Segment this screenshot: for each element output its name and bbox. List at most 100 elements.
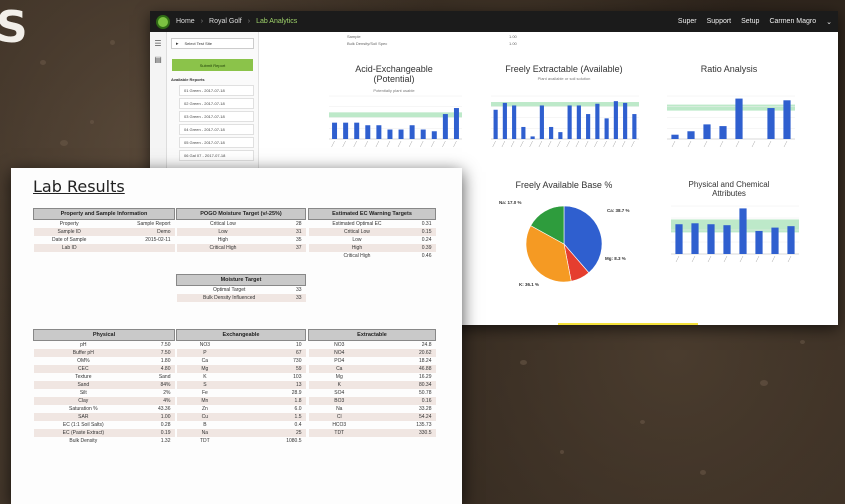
extractable-table: Extractable NO3 24.8 NO4 20.62 PO4 18.24 Ca 46.… <box>308 329 436 437</box>
freely-chart-subtitle: Plant available or soil solution <box>537 76 591 81</box>
report-list-item[interactable]: 02 Green - 2017-07-18 <box>179 98 254 109</box>
table-row: High 0.39 <box>308 244 436 252</box>
row-label: S <box>176 381 234 389</box>
chart-bar <box>703 124 711 139</box>
row-label: Critical High <box>176 244 270 252</box>
x-tick <box>687 140 692 148</box>
base-chart-title: Freely Available Base % <box>515 180 613 190</box>
x-tick <box>621 140 626 148</box>
x-tick <box>594 140 598 148</box>
report-list-item[interactable]: 03 Green - 2017-07-18 <box>179 111 254 122</box>
row-label: P <box>176 349 234 357</box>
report-list-item[interactable]: 06 Gal 07 - 2017-07-18 <box>179 150 254 161</box>
x-tick <box>735 140 740 148</box>
table-row: Lab ID <box>33 244 175 252</box>
extractable-header: Extractable <box>308 329 436 341</box>
row-label: High <box>308 244 406 252</box>
acid-exchangeable-chart <box>329 95 462 148</box>
row-label: Cu <box>176 413 234 421</box>
table-row: Property Sample Report <box>34 220 175 229</box>
breadcrumb-home[interactable]: Home <box>176 18 195 25</box>
physical-rows: pH 7.50 Buffer pH 7.50 OM% 1.80 CEC 4.80 Texture… <box>33 341 175 446</box>
row-label: Na <box>176 429 234 437</box>
row-label: EC (Paste Extract) <box>33 429 134 437</box>
table-row: Low 0.24 <box>309 236 436 244</box>
row-label: Bulk Density <box>69 438 98 444</box>
table-row: TDT 1080.5 <box>177 437 306 445</box>
report-list-item[interactable]: 04 Green - 2017-07-18 <box>179 124 254 135</box>
row-label: Mn <box>176 397 234 405</box>
row-value: 0.39 <box>405 244 436 252</box>
nav-super[interactable]: Super <box>678 18 697 25</box>
row-value <box>104 244 175 252</box>
x-tick <box>557 140 561 148</box>
row-value: 37 <box>269 244 306 252</box>
table-row: S 13 <box>176 381 306 389</box>
target-band <box>329 112 462 118</box>
chart-bar <box>771 227 779 254</box>
breadcrumb-separator-icon: › <box>200 18 204 25</box>
pogo-moisture-header: POGO Moisture Target (v/-25%) <box>176 208 306 220</box>
test-site-select[interactable]: ▸ Select Test Site <box>171 38 254 49</box>
report-list-item[interactable]: 05 Green - 2017-07-18 <box>179 137 254 148</box>
menu-icon[interactable]: ☰ <box>154 40 162 48</box>
document-icon[interactable]: ▤ <box>154 56 162 64</box>
breadcrumb-course[interactable]: Royal Golf <box>209 18 242 25</box>
property-info-header: Property and Sample Information <box>33 208 175 220</box>
lab-results-report: Lab Results Property and Sample Informat… <box>11 168 462 504</box>
chevron-down-icon[interactable]: ⌄ <box>826 18 832 26</box>
table-row: Critical High 37 <box>176 244 306 252</box>
report-list-item[interactable]: 01 Green - 2017-07-18 <box>179 85 254 96</box>
table-row: Bulk Density 1.32 <box>34 437 175 445</box>
row-label: Property <box>59 221 79 227</box>
row-label: Saturation % <box>68 406 98 412</box>
physical-chemical-chart <box>671 205 799 263</box>
table-row: PO4 18.24 <box>309 357 436 365</box>
x-tick <box>431 140 435 148</box>
property-info-table: Property and Sample Information Property… <box>33 208 175 252</box>
nav-setup[interactable]: Setup <box>741 18 759 25</box>
table-row: Cl 54.24 <box>308 413 436 421</box>
table-row: Texture Sand <box>34 373 175 381</box>
nav-user[interactable]: Carmen Magro <box>769 18 816 25</box>
row-value: 33 <box>281 294 306 302</box>
row-value: 59 <box>233 365 306 373</box>
row-value: 33 <box>295 287 302 293</box>
x-tick <box>575 140 580 148</box>
highlight-bar <box>558 323 698 325</box>
row-value: Sand <box>158 374 171 380</box>
row-label: High <box>217 237 229 243</box>
chart-bar <box>558 132 563 139</box>
table-row: Zn 6.0 <box>177 405 306 413</box>
exchangeable-table: Exchangeable NO3 10 P 67 Ca 730 Mg 59 K 103 S 13 Fe 2… <box>176 329 306 445</box>
chart-bar <box>539 105 544 139</box>
row-value: 50.78 <box>418 390 432 396</box>
x-tick <box>453 140 457 148</box>
chart-bar <box>354 122 360 139</box>
app-logo-icon[interactable] <box>156 14 170 29</box>
row-value: 0.4 <box>294 422 302 428</box>
breadcrumb-current[interactable]: Lab Analytics <box>256 18 297 25</box>
row-label: Texture <box>75 374 92 380</box>
nav-support[interactable]: Support <box>707 18 732 25</box>
chart-bar <box>783 100 791 139</box>
x-tick <box>631 140 635 148</box>
x-tick <box>492 140 496 148</box>
lab-results-title: Lab Results <box>33 177 125 196</box>
top-right-nav: Super Support Setup Carmen Magro ⌄ <box>678 11 832 32</box>
moisture-target-header: Moisture Target <box>176 274 306 286</box>
submit-report-button[interactable]: Submit Report <box>172 59 253 71</box>
chart-bar <box>567 105 572 139</box>
x-tick <box>787 255 792 263</box>
row-label: CEC <box>33 365 134 373</box>
x-tick <box>566 140 570 148</box>
top-navigation-bar: Home › Royal Golf › Lab Analytics Super … <box>150 11 838 32</box>
row-value: 0.46 <box>421 253 432 259</box>
pie-label: Na: 17.0 % <box>499 200 522 205</box>
chart-bar <box>595 103 600 139</box>
row-label: PO4 <box>334 358 345 364</box>
x-tick <box>703 140 708 148</box>
table-row: Critical Low 28 <box>177 220 306 229</box>
chart-bar <box>613 101 618 139</box>
row-label: Low <box>352 237 362 243</box>
